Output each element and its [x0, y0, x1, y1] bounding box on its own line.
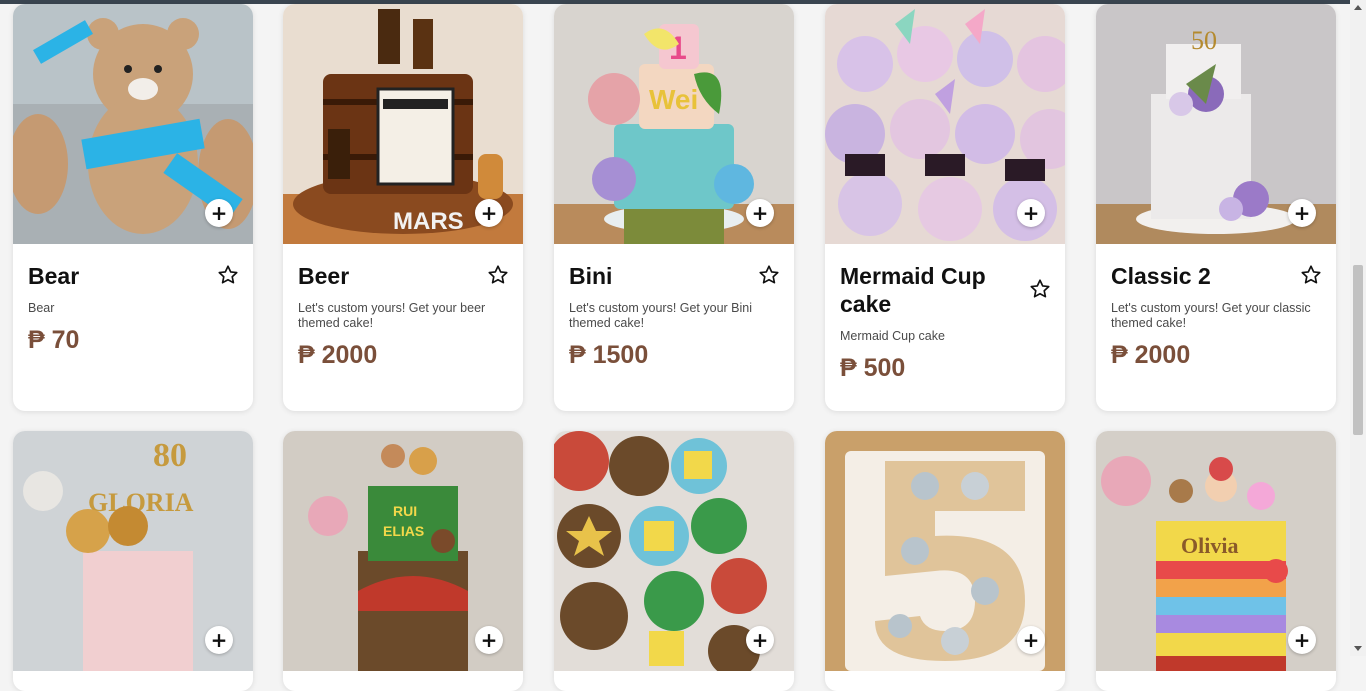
- product-card[interactable]: + Mermaid Cup cake Mermaid Cup cake ₱ 50…: [825, 4, 1065, 411]
- add-to-cart-button[interactable]: +: [1017, 626, 1045, 654]
- add-to-cart-button[interactable]: +: [205, 626, 233, 654]
- star-outline-icon[interactable]: [217, 264, 239, 286]
- product-title: Bear: [28, 263, 80, 289]
- product-description: Bear: [28, 301, 55, 315]
- add-to-cart-button[interactable]: +: [1288, 199, 1316, 227]
- svg-text:Olivia: Olivia: [1181, 533, 1238, 558]
- product-price: ₱ 70: [28, 326, 80, 354]
- product-card[interactable]: MARS + Beer Let's custom yours! Get your…: [283, 4, 523, 411]
- vertical-scrollbar[interactable]: [1350, 0, 1366, 656]
- add-to-cart-button[interactable]: +: [746, 626, 774, 654]
- product-price: ₱ 500: [840, 354, 906, 382]
- product-price: ₱ 2000: [298, 341, 378, 369]
- star-outline-icon[interactable]: [1300, 264, 1322, 286]
- add-to-cart-button[interactable]: +: [1288, 626, 1316, 654]
- product-image[interactable]: +: [13, 4, 253, 244]
- product-description: Mermaid Cup cake: [840, 329, 945, 343]
- scroll-down-arrow-icon[interactable]: [1354, 646, 1362, 651]
- product-card[interactable]: GLORIA 80 +: [13, 431, 253, 691]
- svg-text:MARS: MARS: [393, 208, 464, 235]
- plus-icon: +: [210, 200, 228, 225]
- product-image[interactable]: +: [825, 4, 1065, 244]
- add-to-cart-button[interactable]: +: [1017, 199, 1045, 227]
- product-card[interactable]: 50 + Classic 2 Let's custom yours! Get y…: [1096, 4, 1336, 411]
- product-image[interactable]: GLORIA 80 +: [13, 431, 253, 671]
- star-outline-icon[interactable]: [1029, 278, 1051, 300]
- plus-icon: +: [210, 627, 228, 652]
- svg-text:Wei: Wei: [649, 84, 698, 115]
- plus-icon: +: [480, 200, 498, 225]
- product-card[interactable]: +: [825, 431, 1065, 691]
- product-card[interactable]: Wei 1 + Bini Let's custom yours! Get you…: [554, 4, 794, 411]
- product-image[interactable]: MARS +: [283, 4, 523, 244]
- add-to-cart-button[interactable]: +: [205, 199, 233, 227]
- plus-icon: +: [751, 627, 769, 652]
- scroll-up-arrow-icon[interactable]: [1354, 5, 1362, 10]
- product-price: ₱ 1500: [569, 341, 649, 369]
- product-description: Let's custom yours! Get your beer themed…: [298, 301, 486, 330]
- product-description: Let's custom yours! Get your classic the…: [1111, 301, 1311, 330]
- plus-icon: +: [1022, 627, 1040, 652]
- plus-icon: +: [751, 200, 769, 225]
- add-to-cart-button[interactable]: +: [475, 199, 503, 227]
- plus-icon: +: [1293, 627, 1311, 652]
- product-image[interactable]: +: [825, 431, 1065, 671]
- product-image[interactable]: RUI ELIAS +: [283, 431, 523, 671]
- product-image[interactable]: Wei 1 +: [554, 4, 794, 244]
- plus-icon: +: [1022, 200, 1040, 225]
- product-title: Bini: [569, 263, 613, 289]
- product-title: Mermaid Cup cake: [840, 263, 986, 317]
- product-image[interactable]: Olivia +: [1096, 431, 1336, 671]
- product-image[interactable]: 50 +: [1096, 4, 1336, 244]
- product-title: Classic 2: [1111, 263, 1211, 289]
- product-description: Let's custom yours! Get your Bini themed…: [569, 301, 753, 330]
- product-image[interactable]: +: [554, 431, 794, 671]
- product-title: Beer: [298, 263, 350, 289]
- product-card[interactable]: Olivia +: [1096, 431, 1336, 691]
- star-outline-icon[interactable]: [487, 264, 509, 286]
- svg-text:ELIAS: ELIAS: [383, 523, 424, 539]
- product-card[interactable]: +: [554, 431, 794, 691]
- star-outline-icon[interactable]: [758, 264, 780, 286]
- scrollbar-thumb[interactable]: [1353, 265, 1363, 435]
- product-card[interactable]: + Bear Bear ₱ 70: [13, 4, 253, 411]
- add-to-cart-button[interactable]: +: [475, 626, 503, 654]
- add-to-cart-button[interactable]: +: [746, 199, 774, 227]
- plus-icon: +: [480, 627, 498, 652]
- plus-icon: +: [1293, 200, 1311, 225]
- product-card[interactable]: RUI ELIAS +: [283, 431, 523, 691]
- svg-text:RUI: RUI: [393, 503, 417, 519]
- svg-text:80: 80: [153, 437, 187, 474]
- svg-text:50: 50: [1191, 26, 1217, 55]
- product-price: ₱ 2000: [1111, 341, 1191, 369]
